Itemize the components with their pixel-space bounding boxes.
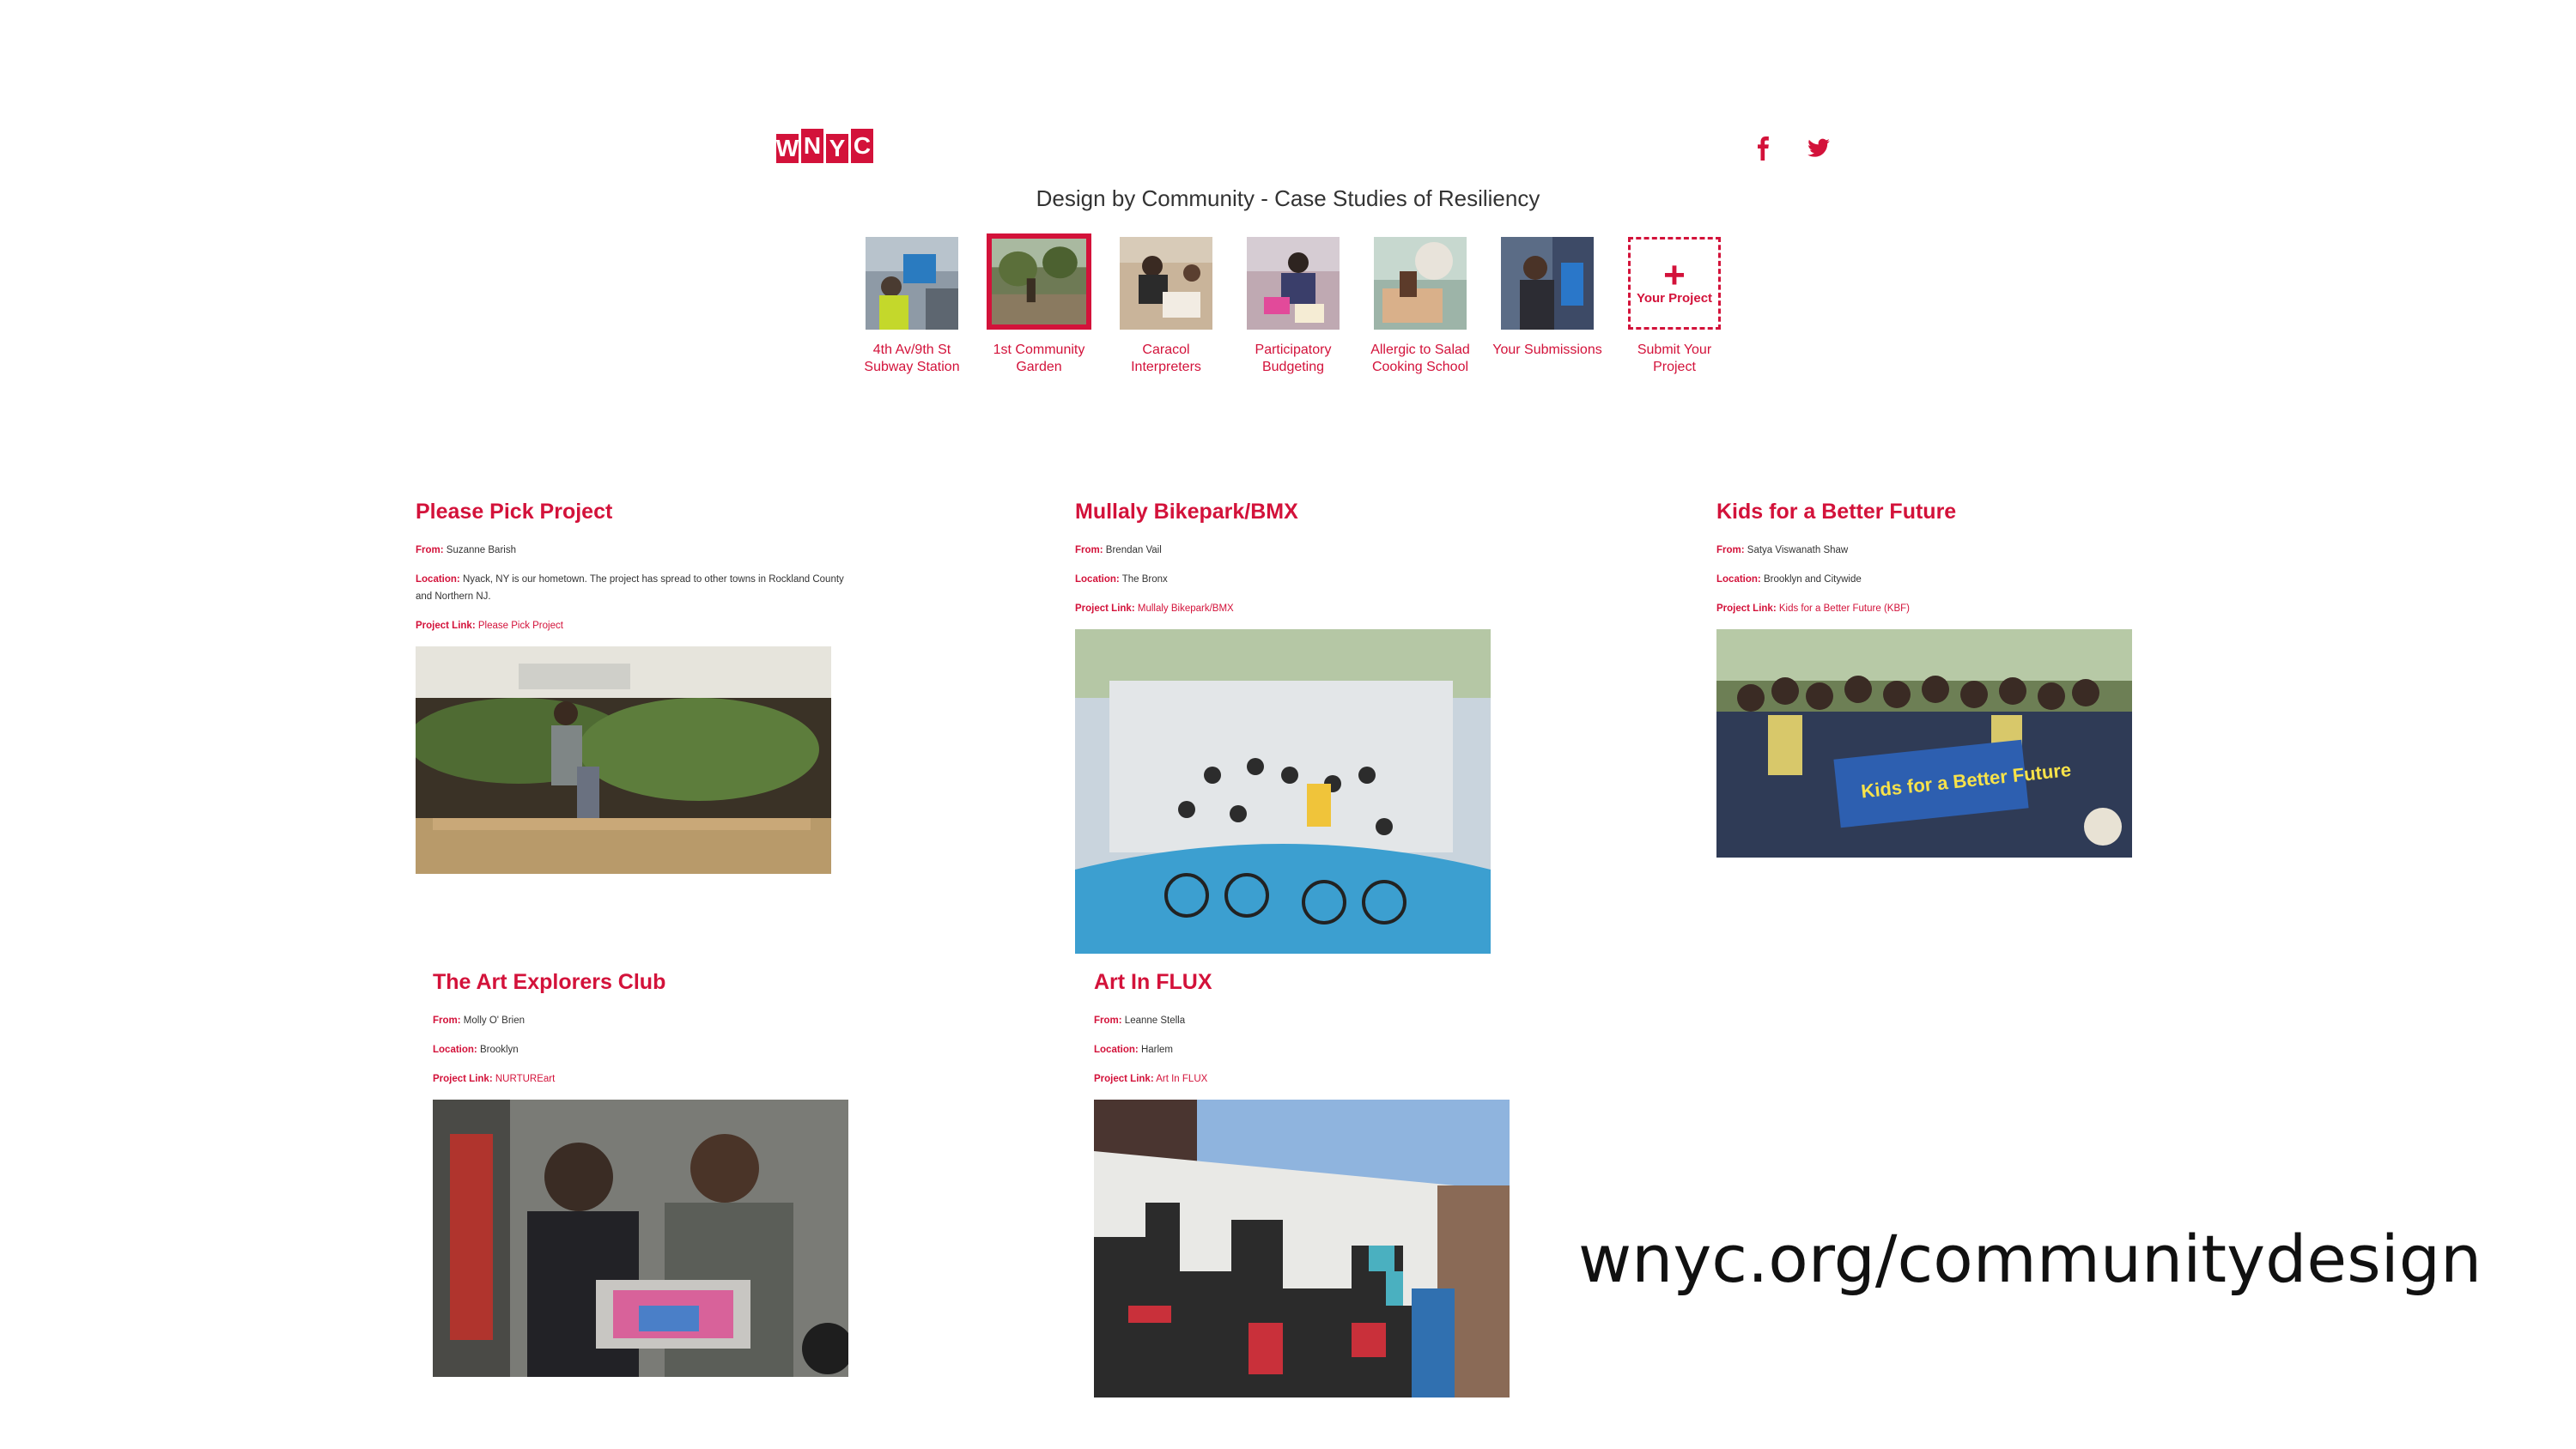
project-from: From: Satya Viswanath Shaw <box>1716 542 2163 559</box>
nav-item-caracol-interpreters[interactable]: Caracol Interpreters <box>1120 237 1212 376</box>
project-title: Mullaly Bikepark/BMX <box>1075 500 1298 524</box>
project-card: Mullaly Bikepark/BMX From: Brendan Vail … <box>1075 500 1522 954</box>
project-link-row: Project Link: Please Pick Project <box>416 617 862 634</box>
from-label: From: <box>433 1016 461 1026</box>
from-value: Satya Viswanath Shaw <box>1747 545 1849 555</box>
nav-thumbnail <box>1247 237 1340 330</box>
project-link[interactable]: Art In FLUX <box>1156 1074 1207 1084</box>
project-location: Location: The Bronx <box>1075 571 1522 588</box>
link-label: Project Link: <box>1716 603 1777 614</box>
from-value: Suzanne Barish <box>446 545 516 555</box>
project-location: Location: Nyack, NY is our hometown. The… <box>416 571 862 605</box>
from-label: From: <box>1716 545 1745 555</box>
nav-item-participatory-budgeting[interactable]: Participatory Budgeting <box>1247 237 1340 376</box>
project-photo <box>416 646 831 874</box>
project-link[interactable]: Kids for a Better Future (KBF) <box>1779 603 1910 614</box>
twitter-icon[interactable] <box>1807 136 1831 161</box>
nav-item-your-submissions[interactable]: Your Submissions <box>1492 237 1602 376</box>
project-card: Please Pick Project From: Suzanne Barish… <box>416 500 862 874</box>
project-link-row: Project Link: Mullaly Bikepark/BMX <box>1075 600 1522 617</box>
project-card: Art In FLUX From: Leanne Stella Location… <box>1094 970 1540 1397</box>
location-label: Location: <box>1094 1045 1139 1055</box>
nav-thumbnail <box>866 237 958 330</box>
location-value: The Bronx <box>1121 574 1168 585</box>
nav-thumbnail <box>987 233 1091 330</box>
nav-thumbnail <box>1120 237 1212 330</box>
social-links <box>1752 136 1831 161</box>
project-title: Please Pick Project <box>416 500 613 524</box>
logo-letter: Y <box>826 134 848 163</box>
nav-label: Your Submissions <box>1492 343 1602 357</box>
project-from: From: Leanne Stella <box>1094 1012 1540 1029</box>
nav-label: Caracol Interpreters <box>1131 343 1201 374</box>
link-label: Project Link: <box>433 1074 493 1084</box>
link-label: Project Link: <box>416 621 476 631</box>
from-value: Brendan Vail <box>1105 545 1162 555</box>
nav-item-submit-project[interactable]: + Your Project Submit Your Project <box>1628 237 1721 376</box>
nav-thumbnail <box>1501 237 1594 330</box>
link-label: Project Link: <box>1094 1074 1154 1084</box>
from-value: Leanne Stella <box>1124 1016 1186 1026</box>
case-study-nav: 4th Av/9th St Subway Station 1st Communi… <box>864 233 1721 376</box>
project-photo <box>1094 1100 1510 1397</box>
project-photo: Kids for a Better Future <box>1716 629 2132 858</box>
project-location: Location: Harlem <box>1094 1041 1540 1058</box>
logo-letter: N <box>801 129 823 163</box>
nav-label: 4th Av/9th St Subway Station <box>864 343 960 374</box>
from-label: From: <box>1075 545 1103 555</box>
project-photo <box>433 1100 848 1377</box>
nav-label: Allergic to Salad Cooking School <box>1370 343 1470 374</box>
url-caption: wnyc.org/communitydesign <box>1578 1221 2482 1297</box>
plus-icon: + <box>1663 254 1686 296</box>
project-from: From: Brendan Vail <box>1075 542 1522 559</box>
wnyc-logo[interactable]: W N Y C <box>776 129 873 163</box>
submit-project-tile[interactable]: + Your Project <box>1628 237 1721 330</box>
facebook-icon[interactable] <box>1752 136 1776 161</box>
project-title: Kids for a Better Future <box>1716 500 1957 524</box>
project-from: From: Molly O' Brien <box>433 1012 879 1029</box>
location-label: Location: <box>416 574 460 585</box>
nav-item-community-garden[interactable]: 1st Community Garden <box>987 233 1091 376</box>
project-title: The Art Explorers Club <box>433 970 666 994</box>
project-location: Location: Brooklyn and Citywide <box>1716 571 2163 588</box>
logo-letter: W <box>775 134 799 163</box>
from-label: From: <box>1094 1016 1122 1026</box>
nav-item-subway-station[interactable]: 4th Av/9th St Subway Station <box>864 237 960 376</box>
from-value: Molly O' Brien <box>463 1016 526 1026</box>
project-card: Kids for a Better Future From: Satya Vis… <box>1716 500 2163 858</box>
location-label: Location: <box>1716 574 1761 585</box>
location-value: Brooklyn <box>479 1045 519 1055</box>
project-from: From: Suzanne Barish <box>416 542 862 559</box>
nav-item-allergic-to-salad[interactable]: Allergic to Salad Cooking School <box>1370 237 1470 376</box>
location-value: Nyack, NY is our hometown. The project h… <box>416 574 844 602</box>
nav-label: Participatory Budgeting <box>1255 343 1332 374</box>
project-link[interactable]: Mullaly Bikepark/BMX <box>1138 603 1234 614</box>
project-photo <box>1075 629 1491 954</box>
location-label: Location: <box>433 1045 477 1055</box>
nav-label: 1st Community Garden <box>993 343 1085 374</box>
location-label: Location: <box>1075 574 1120 585</box>
project-card: The Art Explorers Club From: Molly O' Br… <box>433 970 879 1377</box>
submit-tile-text: Your Project <box>1636 291 1713 306</box>
link-label: Project Link: <box>1075 603 1135 614</box>
page-title: Design by Community - Case Studies of Re… <box>1036 185 1540 211</box>
project-link-row: Project Link: Art In FLUX <box>1094 1070 1540 1088</box>
project-link-row: Project Link: Kids for a Better Future (… <box>1716 600 2163 617</box>
project-link[interactable]: NURTUREart <box>495 1074 555 1084</box>
project-link[interactable]: Please Pick Project <box>478 621 563 631</box>
nav-thumbnail <box>1374 237 1467 330</box>
project-location: Location: Brooklyn <box>433 1041 879 1058</box>
location-value: Brooklyn and Citywide <box>1763 574 1862 585</box>
logo-letter: C <box>851 129 873 163</box>
project-title: Art In FLUX <box>1094 970 1212 994</box>
nav-label: Submit Your Project <box>1637 343 1712 374</box>
location-value: Harlem <box>1140 1045 1174 1055</box>
project-link-row: Project Link: NURTUREart <box>433 1070 879 1088</box>
from-label: From: <box>416 545 444 555</box>
